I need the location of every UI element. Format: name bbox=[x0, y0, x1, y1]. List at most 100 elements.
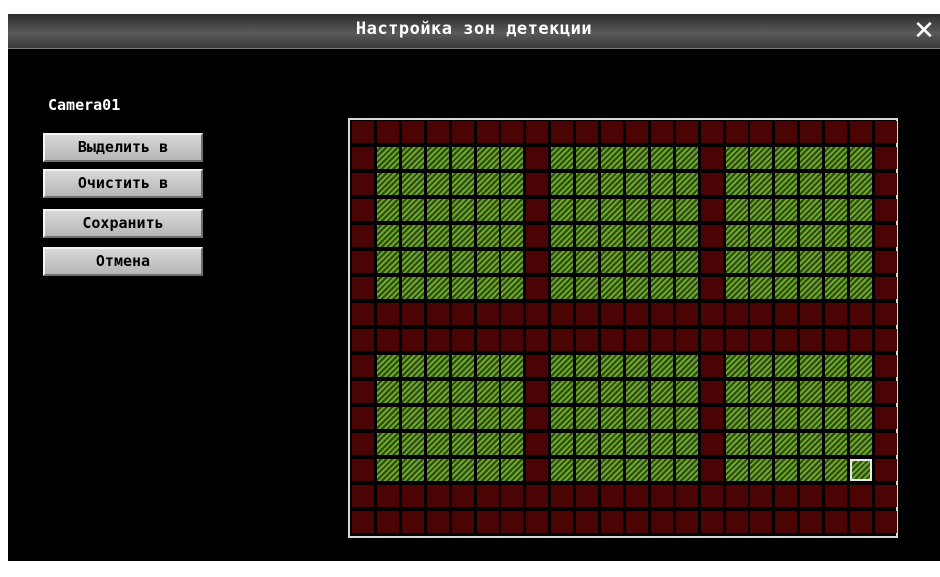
grid-cell-active[interactable] bbox=[427, 225, 449, 247]
grid-cell-inactive[interactable] bbox=[452, 121, 474, 143]
grid-cell-active[interactable] bbox=[800, 199, 822, 221]
grid-cell-active[interactable] bbox=[427, 147, 449, 169]
grid-cell-inactive[interactable] bbox=[825, 329, 847, 351]
grid-cell-active[interactable] bbox=[676, 381, 698, 403]
grid-cell-active[interactable] bbox=[825, 459, 847, 481]
grid-cell-inactive[interactable] bbox=[726, 329, 748, 351]
grid-cell-active[interactable] bbox=[551, 381, 573, 403]
grid-cell-inactive[interactable] bbox=[402, 329, 424, 351]
grid-cell-active[interactable] bbox=[825, 173, 847, 195]
grid-cell-inactive[interactable] bbox=[800, 329, 822, 351]
grid-cell-active[interactable] bbox=[377, 147, 399, 169]
grid-cell-active[interactable] bbox=[452, 173, 474, 195]
grid-cell-inactive[interactable] bbox=[477, 303, 499, 325]
grid-cell-active[interactable] bbox=[800, 459, 822, 481]
grid-cell-inactive[interactable] bbox=[526, 225, 548, 247]
grid-cell-inactive[interactable] bbox=[750, 329, 772, 351]
grid-cell-inactive[interactable] bbox=[526, 459, 548, 481]
grid-cell-inactive[interactable] bbox=[775, 329, 797, 351]
grid-cell-active[interactable] bbox=[676, 433, 698, 455]
grid-cell-active[interactable] bbox=[576, 407, 598, 429]
grid-cell-active[interactable] bbox=[477, 277, 499, 299]
grid-cell-active[interactable] bbox=[452, 251, 474, 273]
grid-cell-active[interactable] bbox=[750, 381, 772, 403]
grid-cell-inactive[interactable] bbox=[850, 511, 872, 533]
grid-cell-active[interactable] bbox=[750, 199, 772, 221]
grid-cell-inactive[interactable] bbox=[427, 121, 449, 143]
grid-cell-active[interactable] bbox=[651, 355, 673, 377]
grid-cell-active[interactable] bbox=[501, 355, 523, 377]
grid-cell-active[interactable] bbox=[377, 199, 399, 221]
grid-cell-inactive[interactable] bbox=[626, 329, 648, 351]
grid-cell-inactive[interactable] bbox=[477, 121, 499, 143]
grid-cell-inactive[interactable] bbox=[775, 511, 797, 533]
grid-cell-active[interactable] bbox=[676, 251, 698, 273]
grid-cell-active[interactable] bbox=[626, 355, 648, 377]
grid-cell-active[interactable] bbox=[626, 173, 648, 195]
grid-cell-active[interactable] bbox=[651, 381, 673, 403]
grid-cell-inactive[interactable] bbox=[526, 173, 548, 195]
grid-cell-active[interactable] bbox=[576, 225, 598, 247]
grid-cell-active[interactable] bbox=[651, 225, 673, 247]
grid-cell-active[interactable] bbox=[576, 173, 598, 195]
grid-cell-inactive[interactable] bbox=[501, 303, 523, 325]
grid-cell-inactive[interactable] bbox=[601, 485, 623, 507]
grid-cell-active[interactable] bbox=[551, 251, 573, 273]
grid-cell-inactive[interactable] bbox=[825, 121, 847, 143]
grid-cell-active[interactable] bbox=[800, 251, 822, 273]
grid-cell-active[interactable] bbox=[800, 381, 822, 403]
grid-cell-inactive[interactable] bbox=[875, 173, 897, 195]
grid-cell-active[interactable] bbox=[551, 173, 573, 195]
grid-cell-active[interactable] bbox=[402, 355, 424, 377]
grid-cell-inactive[interactable] bbox=[352, 511, 374, 533]
grid-cell-active[interactable] bbox=[452, 199, 474, 221]
grid-cell-active[interactable] bbox=[850, 355, 872, 377]
grid-cell-inactive[interactable] bbox=[701, 329, 723, 351]
grid-cell-active[interactable] bbox=[800, 355, 822, 377]
grid-cell-inactive[interactable] bbox=[402, 485, 424, 507]
grid-cell-active[interactable] bbox=[601, 433, 623, 455]
grid-cell-active[interactable] bbox=[601, 355, 623, 377]
grid-cell-active[interactable] bbox=[601, 381, 623, 403]
grid-cell-active[interactable] bbox=[651, 459, 673, 481]
grid-cell-active[interactable] bbox=[452, 225, 474, 247]
grid-cell-active[interactable] bbox=[377, 225, 399, 247]
grid-cell-inactive[interactable] bbox=[726, 121, 748, 143]
grid-cell-active[interactable] bbox=[626, 381, 648, 403]
grid-cell-active[interactable] bbox=[501, 199, 523, 221]
grid-cell-active[interactable] bbox=[501, 147, 523, 169]
grid-cell-active[interactable] bbox=[850, 433, 872, 455]
grid-cell-active[interactable] bbox=[800, 225, 822, 247]
grid-cell-inactive[interactable] bbox=[701, 199, 723, 221]
grid-cell-active[interactable] bbox=[775, 433, 797, 455]
grid-cell-active[interactable] bbox=[501, 225, 523, 247]
grid-cell-inactive[interactable] bbox=[676, 485, 698, 507]
grid-cell-active[interactable] bbox=[501, 173, 523, 195]
grid-cell-active[interactable] bbox=[775, 251, 797, 273]
grid-cell-inactive[interactable] bbox=[701, 433, 723, 455]
grid-cell-inactive[interactable] bbox=[352, 277, 374, 299]
grid-cell-active[interactable] bbox=[576, 199, 598, 221]
grid-cell-active[interactable] bbox=[726, 355, 748, 377]
grid-cell-active[interactable] bbox=[402, 147, 424, 169]
grid-cell-active[interactable] bbox=[800, 433, 822, 455]
grid-cell-active[interactable] bbox=[601, 407, 623, 429]
grid-cell-active[interactable] bbox=[800, 173, 822, 195]
grid-cell-active[interactable] bbox=[601, 199, 623, 221]
grid-cell-active[interactable] bbox=[452, 407, 474, 429]
grid-cell-inactive[interactable] bbox=[676, 121, 698, 143]
grid-cell-active[interactable] bbox=[651, 407, 673, 429]
grid-cell-active[interactable] bbox=[551, 433, 573, 455]
grid-cell-active[interactable] bbox=[825, 433, 847, 455]
grid-cell-inactive[interactable] bbox=[701, 147, 723, 169]
grid-cell-active[interactable] bbox=[377, 407, 399, 429]
grid-cell-inactive[interactable] bbox=[875, 303, 897, 325]
grid-cell-active[interactable] bbox=[750, 355, 772, 377]
grid-cell-active[interactable] bbox=[775, 147, 797, 169]
grid-cell-active[interactable] bbox=[850, 199, 872, 221]
grid-cell-active[interactable] bbox=[676, 173, 698, 195]
grid-cell-inactive[interactable] bbox=[352, 303, 374, 325]
grid-cell-inactive[interactable] bbox=[576, 329, 598, 351]
grid-cell-active[interactable] bbox=[427, 199, 449, 221]
grid-cell-inactive[interactable] bbox=[526, 277, 548, 299]
